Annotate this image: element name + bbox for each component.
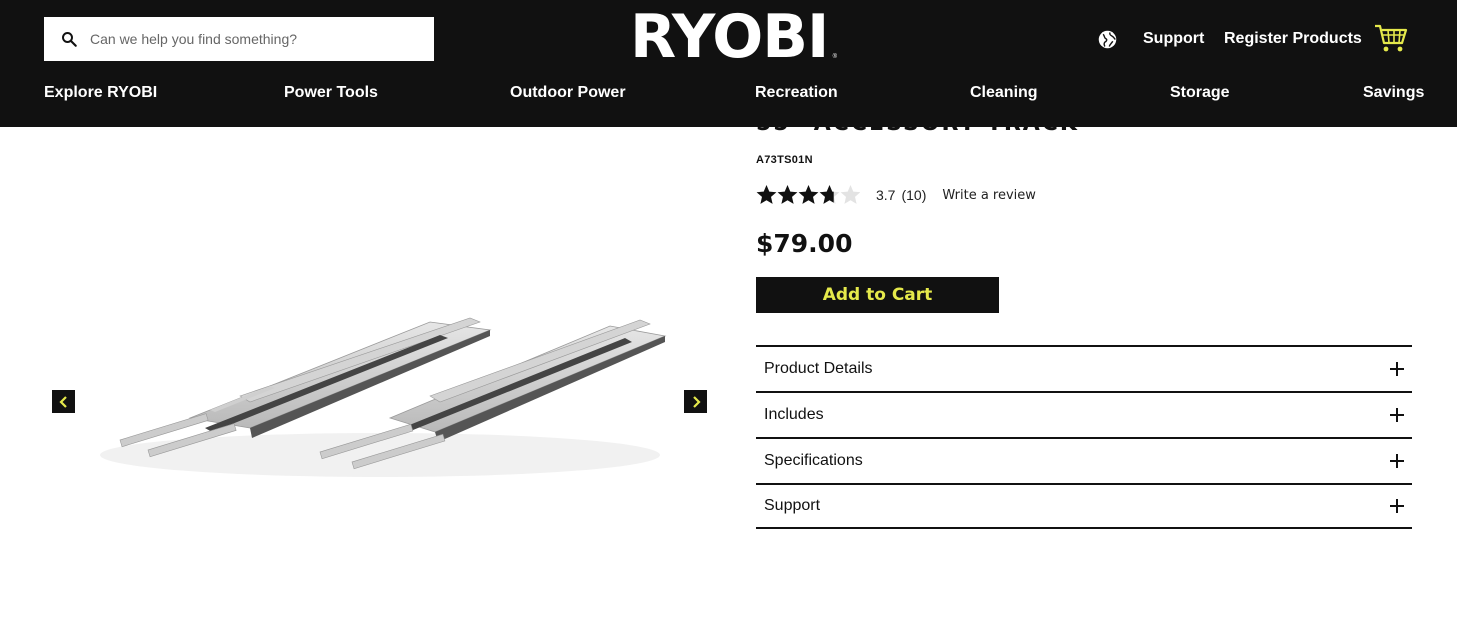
- chevron-left-icon: [58, 395, 67, 408]
- plus-icon: [1390, 408, 1404, 422]
- language-selector[interactable]: [1097, 24, 1119, 54]
- accordion-label: Includes: [764, 406, 824, 423]
- nav-storage[interactable]: Storage: [1170, 84, 1230, 102]
- ryobi-logo[interactable]: RYOBI ®: [630, 6, 837, 68]
- search-bar[interactable]: [44, 17, 434, 61]
- rating-value: 3.7: [876, 187, 896, 203]
- star-rating-icon[interactable]: [756, 184, 860, 206]
- support-link-label: Support: [1143, 30, 1205, 47]
- product-price: $79.00: [756, 229, 853, 258]
- accordion-label: Support: [764, 497, 821, 514]
- product-sku: A73TS01N: [756, 154, 813, 166]
- accordion-specifications[interactable]: Specifications: [756, 437, 1412, 483]
- logo-wordmark: RYOBI: [630, 2, 829, 72]
- product-title: 55" ACCESSORY TRACK: [756, 127, 1079, 135]
- register-products-label: Register Products: [1224, 30, 1362, 47]
- search-input[interactable]: [90, 31, 410, 47]
- globe-icon: [1098, 30, 1117, 48]
- product-rating: 3.7 (10) Write a review: [756, 183, 1036, 207]
- registered-mark: ®: [832, 54, 837, 60]
- rating-count[interactable]: (10): [901, 187, 926, 203]
- plus-icon: [1390, 454, 1404, 468]
- accordion-label: Specifications: [764, 452, 863, 469]
- accordion-label: Product Details: [764, 360, 873, 377]
- add-to-cart-button[interactable]: Add to Cart: [756, 277, 999, 313]
- product-gallery: [40, 150, 730, 620]
- plus-icon: [1390, 499, 1404, 513]
- write-review-link[interactable]: Write a review: [942, 188, 1036, 203]
- nav-cleaning[interactable]: Cleaning: [970, 84, 1038, 102]
- product-image[interactable]: [90, 300, 670, 490]
- chevron-right-icon: [692, 395, 701, 408]
- product-title-container: 55" ACCESSORY TRACK: [756, 127, 1356, 135]
- register-products-link[interactable]: Register Products: [1224, 24, 1362, 54]
- cart-button[interactable]: [1374, 20, 1412, 56]
- plus-icon: [1390, 362, 1404, 376]
- gallery-next-button[interactable]: [684, 390, 707, 413]
- nav-savings[interactable]: Savings: [1363, 84, 1424, 102]
- main-nav: Explore RYOBI Power Tools Outdoor Power …: [0, 84, 1457, 112]
- site-header: RYOBI ® Support Register Products Explor…: [0, 0, 1457, 127]
- accordion-product-details[interactable]: Product Details: [756, 345, 1412, 391]
- search-icon: [62, 32, 77, 47]
- nav-explore-ryobi[interactable]: Explore RYOBI: [44, 84, 157, 102]
- accordion-support[interactable]: Support: [756, 483, 1412, 529]
- nav-power-tools[interactable]: Power Tools: [284, 84, 378, 102]
- nav-recreation[interactable]: Recreation: [755, 84, 838, 102]
- nav-outdoor-power[interactable]: Outdoor Power: [510, 84, 626, 102]
- support-link[interactable]: Support: [1143, 24, 1204, 54]
- product-accordion: Product Details Includes Specifications …: [756, 345, 1412, 529]
- gallery-prev-button[interactable]: [52, 390, 75, 413]
- accordion-includes[interactable]: Includes: [756, 391, 1412, 437]
- cart-icon: [1375, 24, 1408, 52]
